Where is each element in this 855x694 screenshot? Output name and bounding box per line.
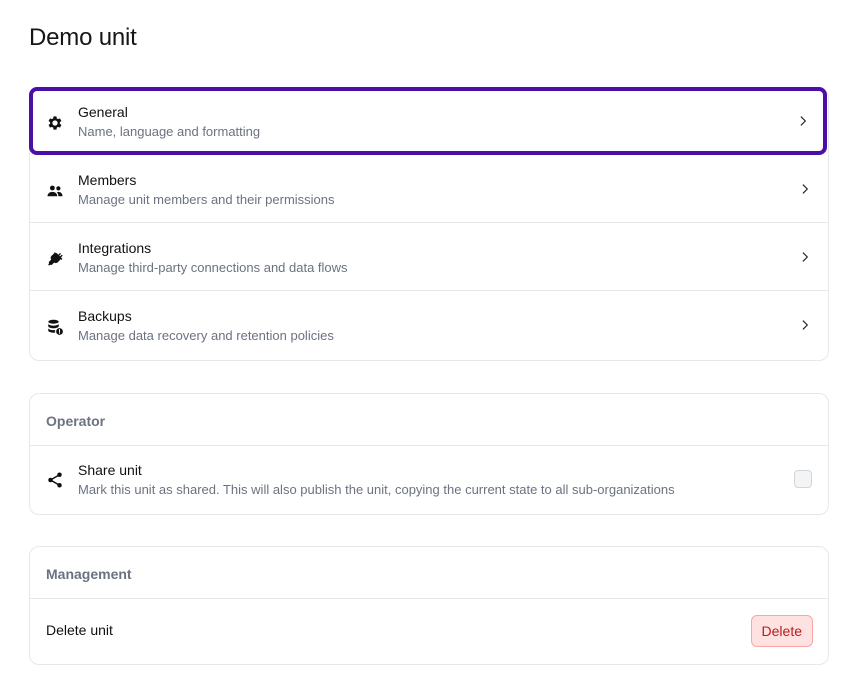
gear-icon: [48, 116, 62, 130]
settings-item-backups[interactable]: Backups Manage data recovery and retenti…: [30, 291, 828, 359]
share-unit-checkbox[interactable]: [794, 470, 812, 488]
settings-item-description: Manage data recovery and retention polic…: [78, 328, 334, 343]
section-title: Management: [46, 566, 132, 582]
delete-unit-label: Delete unit: [46, 622, 113, 638]
delete-button[interactable]: Delete: [750, 615, 813, 647]
settings-item-general[interactable]: General Name, language and formatting: [29, 87, 827, 155]
settings-item-title: Members: [78, 172, 137, 188]
settings-item-description: Manage third-party connections and data …: [78, 260, 348, 275]
chevron-right-icon: [800, 116, 806, 126]
share-unit-row: Share unit Mark this unit as shared. Thi…: [30, 446, 828, 513]
settings-item-description: Name, language and formatting: [78, 124, 261, 139]
share-icon: [48, 472, 62, 488]
management-section: Management Delete unit Delete: [29, 546, 829, 665]
settings-item-description: Manage unit members and their permission…: [78, 192, 335, 207]
section-header: Operator: [30, 394, 828, 446]
share-unit-title: Share unit: [78, 462, 142, 478]
operator-section: Operator Share unit Mark this unit as sh…: [29, 393, 829, 515]
section-title: Operator: [46, 413, 106, 429]
users-icon: [47, 185, 63, 197]
delete-unit-row: Delete unit Delete: [30, 599, 828, 663]
plug-icon: [48, 252, 63, 266]
share-unit-description: Mark this unit as shared. This will also…: [78, 482, 675, 497]
settings-item-title: General: [78, 104, 128, 120]
settings-item-members[interactable]: Members Manage unit members and their pe…: [30, 155, 828, 223]
settings-item-integrations[interactable]: Integrations Manage third-party connecti…: [30, 223, 828, 291]
settings-item-title: Backups: [78, 308, 132, 324]
chevron-right-icon: [802, 320, 808, 330]
settings-item-title: Integrations: [78, 240, 152, 256]
settings-list: General Name, language and formatting Me…: [29, 87, 829, 361]
database-icon: [48, 319, 63, 335]
section-header: Management: [30, 547, 828, 599]
page-title: Demo unit: [29, 24, 137, 51]
chevron-right-icon: [802, 184, 808, 194]
chevron-right-icon: [802, 252, 808, 262]
